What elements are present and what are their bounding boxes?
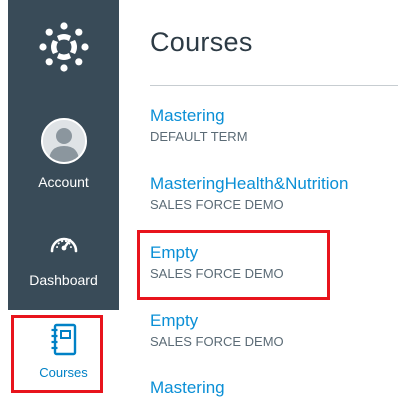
global-navigation: Account Dashboard [8,0,119,310]
avatar [40,118,87,164]
course-link[interactable]: Empty [150,243,398,263]
course-item: Mastering [150,378,398,400]
course-term: DEFAULT TERM [150,129,248,144]
nav-item-dashboard[interactable]: Dashboard [8,228,119,298]
nav-item-account[interactable]: Account [8,118,119,198]
course-item: Mastering DEFAULT TERM [150,106,398,144]
nav-item-courses-label: Courses [39,365,88,380]
course-item: Empty SALES FORCE DEMO [150,243,398,281]
tray-divider [150,85,398,86]
course-item: MasteringHealth&Nutrition SALES FORCE DE… [150,174,398,212]
course-item: Empty SALES FORCE DEMO [150,311,398,349]
courses-book-icon [50,323,78,357]
tray-title: Courses [150,27,253,57]
course-link[interactable]: Empty [150,311,398,331]
course-term: SALES FORCE DEMO [150,197,284,212]
canvas-lms-screen: Account Dashboard Courses Courses Master… [0,0,398,400]
dashboard-gauge-icon [48,228,80,256]
course-term: SALES FORCE DEMO [150,334,284,349]
canvas-logo-icon[interactable] [37,20,91,74]
nav-item-dashboard-label: Dashboard [29,272,98,288]
course-link[interactable]: Mastering [150,378,398,398]
nav-item-courses[interactable]: Courses [8,310,119,390]
nav-item-account-label: Account [38,174,89,190]
course-link[interactable]: MasteringHealth&Nutrition [150,174,398,194]
course-link[interactable]: Mastering [150,106,398,126]
course-term: SALES FORCE DEMO [150,266,284,281]
